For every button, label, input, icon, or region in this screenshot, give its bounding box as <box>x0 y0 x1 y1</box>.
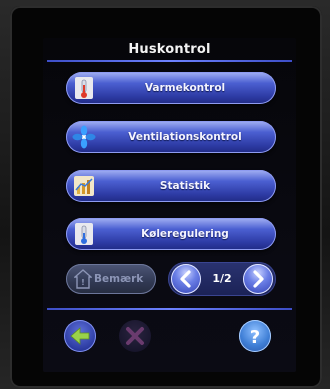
svg-text:!: ! <box>81 278 85 287</box>
bottom-divider <box>47 308 292 310</box>
touch-screen: Huskontrol Varmekontrol Ventilationskont… <box>43 38 296 372</box>
koleregulering-button[interactable]: Køleregulering <box>66 218 276 250</box>
chart-icon <box>74 176 94 196</box>
statistik-label: Statistik <box>159 180 211 192</box>
close-icon <box>126 327 144 345</box>
help-button[interactable]: ? <box>239 320 271 352</box>
prev-page-button[interactable] <box>171 264 201 294</box>
varmekontrol-label: Varmekontrol <box>144 82 226 94</box>
chevron-right-icon <box>253 270 264 288</box>
bemaerk-label: Bemærk <box>94 273 144 285</box>
chevron-left-icon <box>180 270 191 288</box>
thermometer-icon <box>75 77 93 99</box>
page-navigator: 1/2 <box>168 262 276 296</box>
screen-title: Huskontrol <box>128 42 211 57</box>
help-icon: ? <box>250 327 260 348</box>
bemaerk-button[interactable]: ! Bemærk <box>66 264 156 294</box>
page-indicator: 1/2 <box>212 272 232 285</box>
title-divider <box>47 60 292 62</box>
close-button[interactable] <box>119 320 151 352</box>
varmekontrol-button[interactable]: Varmekontrol <box>66 72 276 104</box>
statistik-button[interactable]: Statistik <box>66 170 276 202</box>
ventilationskontrol-label: Ventilationskontrol <box>128 131 242 143</box>
house-icon: ! <box>74 269 92 289</box>
thermometer-icon <box>75 223 93 245</box>
arrow-left-icon <box>70 327 90 345</box>
svg-text:?: ? <box>250 327 260 348</box>
koleregulering-label: Køleregulering <box>141 228 229 240</box>
back-button[interactable] <box>64 320 96 352</box>
next-page-button[interactable] <box>243 264 273 294</box>
ventilationskontrol-button[interactable]: Ventilationskontrol <box>66 121 276 153</box>
fan-icon <box>72 125 96 149</box>
